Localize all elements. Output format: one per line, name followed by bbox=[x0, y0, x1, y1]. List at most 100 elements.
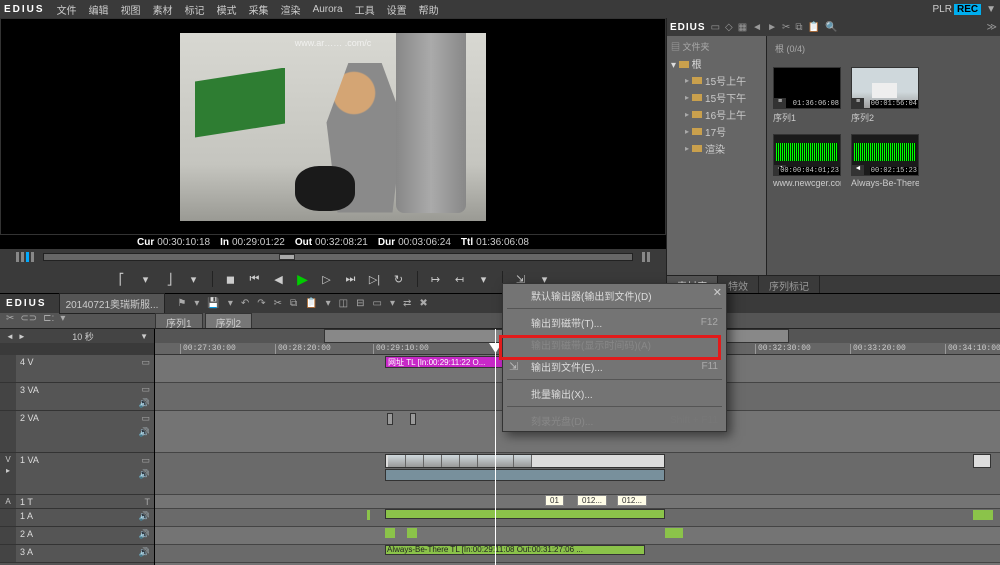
track-row[interactable]: 01 012... 012... bbox=[155, 495, 1000, 509]
tree-folder[interactable]: 15号下午 bbox=[671, 89, 762, 106]
bin-clip[interactable]: ≡01:36:06:08 序列1 bbox=[773, 67, 841, 124]
next-frame-button[interactable]: ▷ bbox=[318, 270, 336, 288]
track-row[interactable]: Always-Be-There TL [In:00:29:11:08 Out:0… bbox=[155, 545, 1000, 563]
preview-screen[interactable]: www.ar…… .com/c bbox=[0, 18, 666, 235]
back-icon[interactable]: ◄ bbox=[752, 22, 762, 33]
mark-in-icon[interactable]: ⎡ bbox=[113, 270, 131, 288]
folder-icon[interactable]: ▭ bbox=[711, 22, 720, 33]
project-tab[interactable]: 20140721奥瑞斯服... bbox=[59, 293, 166, 314]
speaker-icon[interactable]: 🔊 bbox=[139, 547, 150, 558]
ctx-batch-output[interactable]: 批量输出(X)... bbox=[503, 382, 726, 404]
menu-render[interactable]: 渲染 bbox=[281, 2, 301, 17]
playhead-line[interactable] bbox=[495, 329, 496, 565]
track-row[interactable] bbox=[155, 509, 1000, 527]
track-header[interactable]: 2 VA▭🔊 bbox=[0, 411, 154, 453]
audio-clip[interactable] bbox=[973, 510, 993, 520]
audio-clip[interactable] bbox=[385, 509, 665, 519]
mark-out-icon[interactable]: ⎦ bbox=[161, 270, 179, 288]
cut-mode-icon[interactable]: ✂ bbox=[6, 313, 14, 324]
stop-button[interactable]: ◼ bbox=[222, 270, 240, 288]
paste-icon[interactable]: 📋 bbox=[808, 22, 820, 33]
menu-mode[interactable]: 模式 bbox=[217, 2, 237, 17]
tree-folder[interactable]: 渲染 bbox=[671, 140, 762, 157]
dropdown-icon[interactable]: ▾ bbox=[475, 270, 493, 288]
tree-root[interactable]: ▾ 根 bbox=[671, 55, 762, 72]
track-header[interactable]: 3 VA▭🔊 bbox=[0, 383, 154, 411]
dropdown-icon[interactable]: ▾ bbox=[192, 298, 201, 309]
track-header[interactable]: 4 V▭ bbox=[0, 355, 154, 383]
save-icon[interactable]: 💾 bbox=[205, 298, 221, 309]
link-icon[interactable]: ⊂⊃ bbox=[20, 313, 37, 324]
marker-label[interactable]: 01 bbox=[545, 495, 564, 506]
redo-icon[interactable]: ↷ bbox=[255, 298, 267, 309]
video-icon[interactable]: ▭ bbox=[141, 384, 150, 395]
menu-aurora[interactable]: Aurora bbox=[313, 4, 343, 15]
bin-clip[interactable]: ≡00:01:56:04 序列2 bbox=[851, 67, 919, 124]
end-button[interactable]: ▷| bbox=[366, 270, 384, 288]
track-row[interactable] bbox=[155, 527, 1000, 545]
speaker-icon[interactable]: 🔊 bbox=[139, 427, 150, 438]
marker-label[interactable]: 012... bbox=[577, 495, 607, 506]
play-button[interactable]: ▶ bbox=[294, 270, 312, 288]
more-icon[interactable]: ≫ bbox=[987, 22, 997, 33]
flag-icon[interactable]: ⚑ bbox=[175, 298, 188, 309]
dropdown-icon[interactable]: ▾ bbox=[226, 298, 235, 309]
bin-clip[interactable]: ◄00:00:04:01;23 www.newcger.com bbox=[773, 134, 841, 188]
rewind-button[interactable]: ⏮ bbox=[246, 270, 264, 288]
track-header[interactable]: V▸ 1 VA▭🔊 bbox=[0, 453, 154, 495]
bin-folder-tree[interactable]: ▤ 文件夹 ▾ 根 15号上午 15号下午 16号上午 17号 渲染 bbox=[667, 36, 767, 275]
loop-button[interactable]: ↻ bbox=[390, 270, 408, 288]
dropdown-icon[interactable]: ▼ bbox=[140, 332, 148, 341]
delete-icon[interactable]: ✖ bbox=[417, 298, 429, 309]
title-icon[interactable]: T bbox=[145, 497, 151, 507]
go-out-icon[interactable]: ↤ bbox=[451, 270, 469, 288]
zoom-in-icon[interactable]: ► bbox=[18, 332, 26, 341]
track-header[interactable]: 1 A🔊 bbox=[0, 509, 154, 527]
fast-forward-button[interactable]: ⏭ bbox=[342, 270, 360, 288]
marker-label[interactable]: 012... bbox=[617, 495, 647, 506]
speaker-icon[interactable]: 🔊 bbox=[139, 529, 150, 540]
menu-file[interactable]: 文件 bbox=[57, 2, 77, 17]
speaker-icon[interactable]: 🔊 bbox=[139, 511, 150, 522]
ctx-output-tape[interactable]: 输出到磁带(T)...F12 bbox=[503, 311, 726, 333]
clip-marker[interactable] bbox=[387, 413, 393, 425]
bin-clip[interactable]: ◄00:02:15:23 Always-Be-There bbox=[851, 134, 919, 188]
audio-clip[interactable] bbox=[367, 510, 370, 520]
tree-folder[interactable]: 15号上午 bbox=[671, 72, 762, 89]
speaker-icon[interactable]: 🔊 bbox=[139, 398, 150, 409]
view-icon[interactable]: ▦ bbox=[738, 22, 747, 33]
dropdown-icon[interactable]: ▾ bbox=[137, 270, 155, 288]
menu-edit[interactable]: 编辑 bbox=[89, 2, 109, 17]
split-icon[interactable]: ⊟ bbox=[354, 298, 366, 309]
audio-clip[interactable] bbox=[385, 469, 665, 481]
copy-icon[interactable]: ⧉ bbox=[288, 298, 299, 309]
snap-icon[interactable]: ⊏: bbox=[43, 313, 54, 324]
track-row[interactable] bbox=[155, 453, 1000, 495]
prev-frame-button[interactable]: ◀ bbox=[270, 270, 288, 288]
dropdown-icon[interactable]: ▾ bbox=[324, 298, 333, 309]
speaker-icon[interactable]: 🔊 bbox=[139, 469, 150, 480]
dropdown-icon[interactable]: ▼ bbox=[986, 4, 996, 15]
track-header[interactable]: 3 A🔊 bbox=[0, 545, 154, 563]
sequence-tab[interactable]: 序列1 bbox=[155, 313, 203, 328]
dropdown-icon[interactable]: ▾ bbox=[60, 313, 65, 324]
menu-marker[interactable]: 标记 bbox=[185, 2, 205, 17]
video-icon[interactable]: ▭ bbox=[141, 455, 150, 466]
cut-icon[interactable]: ✂ bbox=[782, 22, 790, 33]
locator-slider[interactable] bbox=[43, 253, 633, 261]
zoom-out-icon[interactable]: ◄ bbox=[6, 332, 14, 341]
copy-icon[interactable]: ⧉ bbox=[795, 22, 802, 33]
undo-icon[interactable]: ↶ bbox=[239, 298, 251, 309]
dropdown-icon[interactable]: ▾ bbox=[388, 298, 397, 309]
video-icon[interactable]: ▭ bbox=[141, 357, 150, 368]
video-clip[interactable] bbox=[385, 454, 665, 468]
menu-tools[interactable]: 工具 bbox=[355, 2, 375, 17]
zoom-scale[interactable]: 10 秒 bbox=[30, 330, 136, 343]
match-icon[interactable]: ⇄ bbox=[401, 298, 413, 309]
clip-marker[interactable] bbox=[410, 413, 416, 425]
tab-markers[interactable]: 序列标记 bbox=[759, 276, 820, 293]
tree-folder[interactable]: 17号 bbox=[671, 123, 762, 140]
go-in-icon[interactable]: ↦ bbox=[427, 270, 445, 288]
new-icon[interactable]: ◇ bbox=[725, 22, 733, 33]
locator-thumb[interactable] bbox=[279, 254, 295, 260]
